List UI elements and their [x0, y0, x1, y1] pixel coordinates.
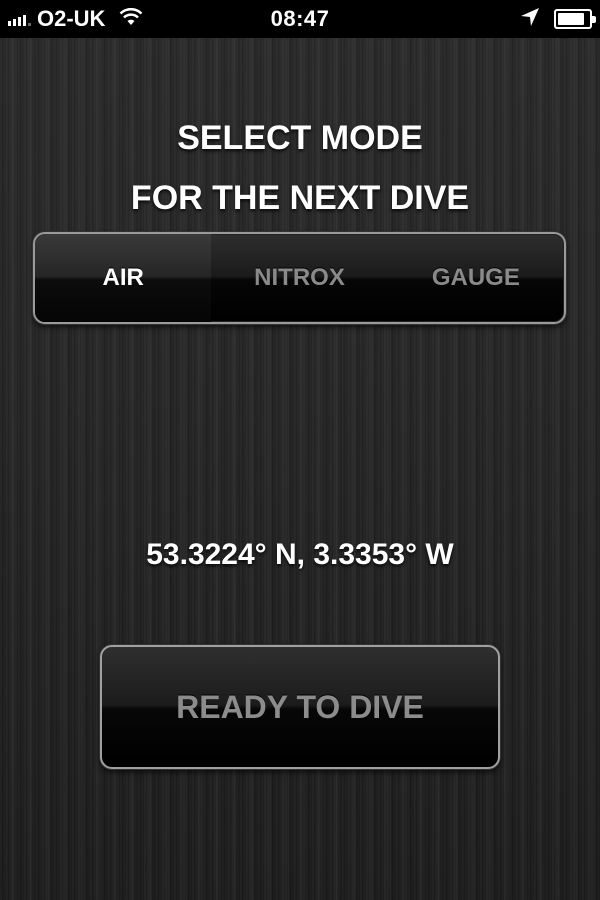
ready-to-dive-button[interactable]: READY TO DIVE — [100, 645, 500, 769]
status-bar: O2-UK 08:47 — [0, 0, 600, 38]
location-arrow-icon — [520, 7, 540, 32]
dive-mode-selector: AIR NITROX GAUGE — [33, 232, 566, 324]
gps-coordinates: 53.3224° N, 3.3353° W — [146, 538, 454, 571]
title-line-2: FOR THE NEXT DIVE — [130, 179, 470, 217]
page-title: SELECT MODE FOR THE NEXT DIVE — [0, 108, 600, 228]
main-screen: SELECT MODE FOR THE NEXT DIVE AIR NITROX… — [0, 38, 600, 900]
mode-segment-nitrox[interactable]: NITROX — [211, 234, 387, 322]
battery-fill — [558, 13, 584, 25]
title-line-1: SELECT MODE — [177, 119, 423, 157]
mode-segment-air[interactable]: AIR — [35, 234, 212, 322]
status-time: 08:47 — [270, 6, 330, 31]
mode-segment-gauge[interactable]: GAUGE — [388, 234, 564, 322]
status-right — [520, 0, 596, 38]
battery-icon — [554, 9, 596, 29]
